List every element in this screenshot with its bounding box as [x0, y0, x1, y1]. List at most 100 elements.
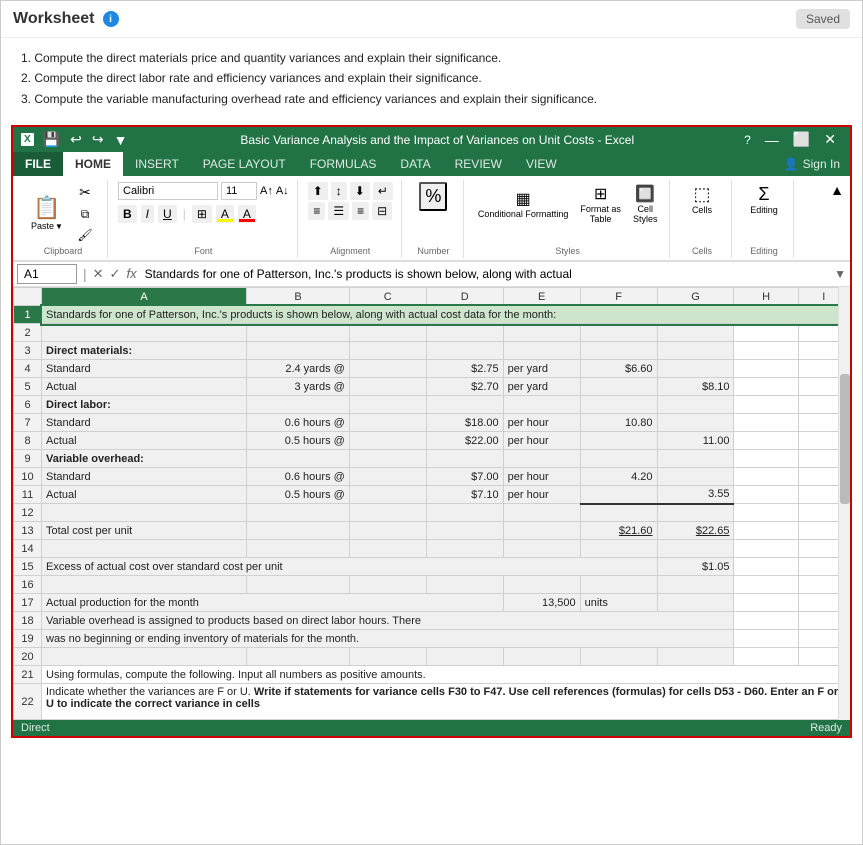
col-header-b[interactable]: B: [247, 288, 350, 306]
row-header-21[interactable]: 21: [14, 666, 42, 684]
vertical-scrollbar[interactable]: [838, 287, 850, 720]
font-grow-icon[interactable]: A↑: [260, 185, 273, 197]
cell-b14[interactable]: [247, 540, 350, 558]
cell-g9[interactable]: [657, 450, 734, 468]
cell-a22[interactable]: Indicate whether the variances are F or …: [42, 684, 850, 720]
col-header-h[interactable]: H: [734, 288, 798, 306]
ribbon-expand-button[interactable]: ▲: [830, 182, 844, 198]
cell-d16[interactable]: [426, 576, 503, 594]
cell-e3[interactable]: [503, 342, 580, 360]
tab-file[interactable]: FILE: [13, 152, 63, 176]
cell-h12[interactable]: [734, 504, 798, 522]
cell-h4[interactable]: [734, 360, 798, 378]
col-header-f[interactable]: F: [580, 288, 657, 306]
cell-g12[interactable]: [657, 504, 734, 522]
cell-e17[interactable]: 13,500: [503, 594, 580, 612]
bold-button[interactable]: B: [118, 205, 137, 223]
cell-c12[interactable]: [349, 504, 426, 522]
row-header-4[interactable]: 4: [14, 360, 42, 378]
conditional-formatting-button[interactable]: ▦ Conditional Formatting: [474, 187, 573, 221]
sheet-tab-1[interactable]: Direct: [21, 722, 50, 734]
cell-g7[interactable]: [657, 414, 734, 432]
cell-c8[interactable]: [349, 432, 426, 450]
cell-d11[interactable]: $7.10: [426, 486, 503, 504]
cell-e10[interactable]: per hour: [503, 468, 580, 486]
cell-f4[interactable]: $6.60: [580, 360, 657, 378]
cell-c14[interactable]: [349, 540, 426, 558]
cell-c7[interactable]: [349, 414, 426, 432]
cell-e13[interactable]: [503, 522, 580, 540]
row-header-3[interactable]: 3: [14, 342, 42, 360]
font-shrink-icon[interactable]: A↓: [276, 185, 289, 197]
cell-d13[interactable]: [426, 522, 503, 540]
cell-f17[interactable]: units: [580, 594, 657, 612]
cell-b3[interactable]: [247, 342, 350, 360]
cell-e5[interactable]: per yard: [503, 378, 580, 396]
cell-d8[interactable]: $22.00: [426, 432, 503, 450]
row-header-10[interactable]: 10: [14, 468, 42, 486]
cell-g15[interactable]: $1.05: [657, 558, 734, 576]
cut-button[interactable]: ✂: [71, 182, 99, 203]
row-header-16[interactable]: 16: [14, 576, 42, 594]
sign-in-btn[interactable]: 👤Sign In: [774, 152, 850, 176]
cell-g8[interactable]: 11.00: [657, 432, 734, 450]
cell-e16[interactable]: [503, 576, 580, 594]
cell-f7[interactable]: 10.80: [580, 414, 657, 432]
cell-b11[interactable]: 0.5 hours @: [247, 486, 350, 504]
cell-g3[interactable]: [657, 342, 734, 360]
cell-a5[interactable]: Actual: [42, 378, 247, 396]
scrollbar-thumb[interactable]: [840, 374, 850, 504]
cell-c13[interactable]: [349, 522, 426, 540]
cell-a1[interactable]: Standards for one of Patterson, Inc.'s p…: [42, 306, 850, 324]
cell-f13[interactable]: $21.60: [580, 522, 657, 540]
cell-b6[interactable]: [247, 396, 350, 414]
cell-f6[interactable]: [580, 396, 657, 414]
cell-g14[interactable]: [657, 540, 734, 558]
cell-e7[interactable]: per hour: [503, 414, 580, 432]
row-header-11[interactable]: 11: [14, 486, 42, 504]
undo-icon[interactable]: ↩: [67, 131, 85, 148]
align-left-button[interactable]: ≡: [308, 202, 325, 220]
cell-c9[interactable]: [349, 450, 426, 468]
format-painter-button[interactable]: 🖌: [71, 226, 99, 244]
cell-h3[interactable]: [734, 342, 798, 360]
row-header-18[interactable]: 18: [14, 612, 42, 630]
save-icon[interactable]: 💾: [40, 131, 63, 148]
formula-confirm-icon[interactable]: ✓: [110, 266, 121, 282]
cell-c10[interactable]: [349, 468, 426, 486]
tab-home[interactable]: HOME: [63, 152, 123, 176]
col-header-a[interactable]: A: [42, 288, 247, 306]
tab-review[interactable]: REVIEW: [443, 152, 514, 176]
cell-b20[interactable]: [247, 648, 350, 666]
cell-a20[interactable]: [42, 648, 247, 666]
cell-a6[interactable]: Direct labor:: [42, 396, 247, 414]
cell-h15[interactable]: [734, 558, 798, 576]
cell-g20[interactable]: [657, 648, 734, 666]
cell-f10[interactable]: 4.20: [580, 468, 657, 486]
col-header-g[interactable]: G: [657, 288, 734, 306]
cell-b4[interactable]: 2.4 yards @: [247, 360, 350, 378]
cell-a15[interactable]: Excess of actual cost over standard cost…: [42, 558, 658, 576]
cell-c11[interactable]: [349, 486, 426, 504]
cell-g4[interactable]: [657, 360, 734, 378]
border-button[interactable]: ⊞: [192, 205, 212, 223]
cell-c3[interactable]: [349, 342, 426, 360]
cell-a8[interactable]: Actual: [42, 432, 247, 450]
cell-c20[interactable]: [349, 648, 426, 666]
cell-d2[interactable]: [426, 324, 503, 342]
row-header-14[interactable]: 14: [14, 540, 42, 558]
tab-data[interactable]: DATA: [388, 152, 442, 176]
row-header-2[interactable]: 2: [14, 324, 42, 342]
cell-e11[interactable]: per hour: [503, 486, 580, 504]
cell-g6[interactable]: [657, 396, 734, 414]
cell-c6[interactable]: [349, 396, 426, 414]
cell-g2[interactable]: [657, 324, 734, 342]
cell-d3[interactable]: [426, 342, 503, 360]
cell-b12[interactable]: [247, 504, 350, 522]
align-top-button[interactable]: ⬆: [308, 182, 328, 200]
cell-reference-input[interactable]: [17, 264, 77, 284]
row-header-1[interactable]: 1: [14, 306, 42, 324]
col-header-d[interactable]: D: [426, 288, 503, 306]
cell-h11[interactable]: [734, 486, 798, 504]
cell-f8[interactable]: [580, 432, 657, 450]
